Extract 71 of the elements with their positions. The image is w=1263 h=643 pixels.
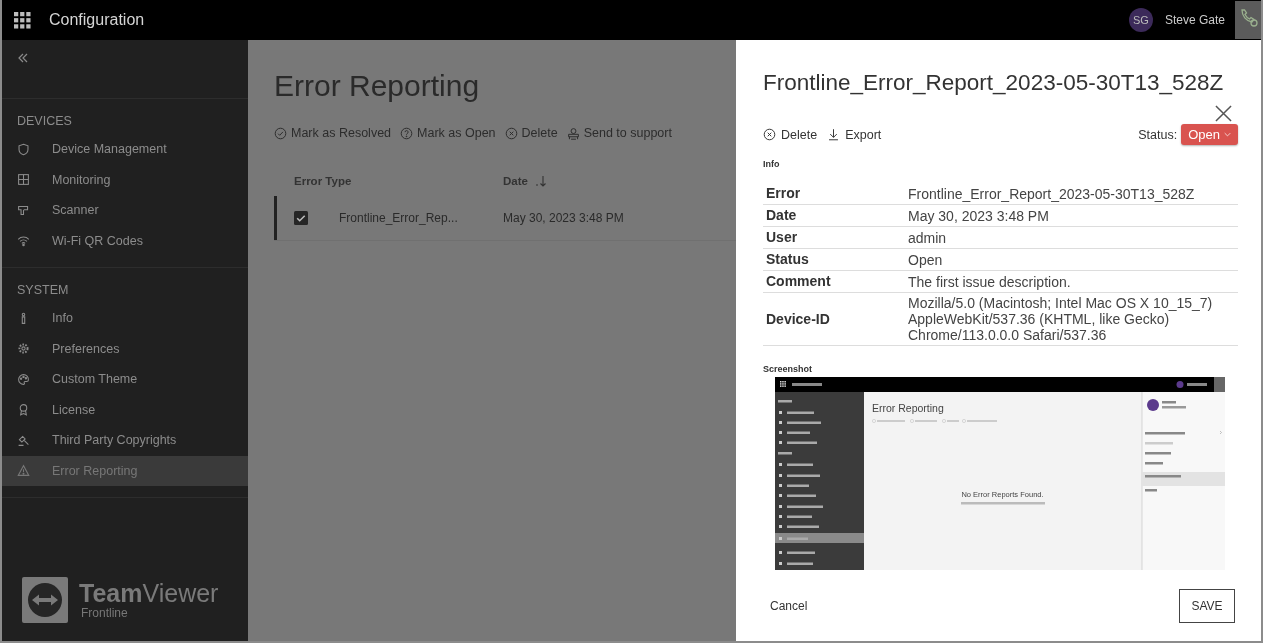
sidebar-item[interactable]: Custom Theme — [2, 364, 248, 395]
gear-icon — [17, 342, 30, 356]
gavel-icon — [17, 433, 30, 447]
sidebar-item[interactable]: Error Reporting — [2, 455, 248, 486]
brand-subtitle: Frontline — [81, 606, 129, 620]
info-label: Device-ID — [766, 310, 831, 328]
drawer-title: Frontline_Error_Report_2023-05-30T13_528Z — [763, 69, 1225, 97]
warning-icon — [17, 464, 30, 478]
section-heading: Screenshot — [763, 364, 814, 374]
close-circle-icon — [504, 126, 518, 140]
info-value: The first issue description. — [908, 273, 1071, 290]
toolbar-button[interactable]: Mark as Resolved — [274, 126, 392, 140]
sidebar-item[interactable]: License — [2, 394, 248, 425]
sidebar-item[interactable]: Third Party Copyrights — [2, 425, 248, 456]
status-dropdown[interactable]: Open — [1181, 124, 1238, 145]
scanner-icon — [17, 203, 30, 217]
info-value: Open — [908, 251, 943, 268]
sidebar-item[interactable]: Preferences — [2, 333, 248, 364]
save-button[interactable]: SAVE — [1179, 589, 1235, 623]
user-name[interactable]: Steve Gate — [1164, 13, 1225, 27]
info-value: May 30, 2023 3:48 PM — [908, 207, 1049, 224]
palette-icon — [17, 372, 30, 386]
sidebar-item[interactable]: Scanner — [2, 195, 248, 226]
info-label: Date — [766, 207, 798, 224]
info-label: User — [766, 229, 799, 246]
user-avatar[interactable]: SG — [1128, 8, 1153, 32]
support-desk-icon — [566, 126, 580, 140]
page-title: Error Reporting — [274, 68, 481, 104]
info-label: Error — [766, 185, 802, 202]
sidebar-item[interactable]: Device Management — [2, 134, 248, 165]
app-title: Configuration — [49, 11, 145, 29]
collapse-icon[interactable] — [17, 52, 29, 64]
toolbar-button[interactable]: Mark as Open — [400, 126, 496, 140]
app-grid-icon[interactable] — [14, 11, 31, 29]
close-icon[interactable] — [1215, 105, 1232, 122]
cancel-button[interactable]: Cancel — [763, 599, 808, 613]
question-circle-icon — [400, 126, 414, 140]
sidebar-item[interactable]: Wi-Fi QR Codes — [2, 225, 248, 256]
info-value: Frontline_Error_Report_2023-05-30T13_528Z — [908, 185, 1195, 202]
info-label: Status — [766, 251, 810, 268]
drawer-action-button[interactable]: Delete — [763, 127, 818, 142]
toolbar-button[interactable]: Delete — [504, 126, 558, 140]
caret-icon — [1224, 132, 1231, 137]
sort-icon[interactable] — [533, 175, 546, 187]
row-checkbox[interactable] — [294, 211, 308, 225]
section-heading: SYSTEM — [16, 282, 70, 299]
close-circle-icon — [763, 128, 776, 141]
section-heading: DEVICES — [16, 113, 73, 130]
column-header[interactable]: Error Type — [294, 175, 503, 187]
sidebar-item[interactable]: Info — [2, 303, 248, 334]
column-header[interactable]: Date — [503, 175, 546, 187]
toolbar-button[interactable]: Send to support — [566, 126, 672, 140]
info-value: admin — [908, 229, 947, 246]
ribbon-icon — [17, 403, 30, 417]
table-cell-text: Frontline_Error_Rep... — [339, 211, 459, 225]
table-cell: May 30, 2023 3:48 PM — [503, 211, 624, 225]
grid-icon — [17, 173, 30, 187]
phone-tool-icon[interactable] — [1235, 0, 1261, 40]
info-label: Comment — [766, 273, 832, 290]
brand-name: TeamViewer — [79, 580, 219, 606]
page-title: Error Reporting — [872, 402, 945, 414]
sidebar-item[interactable]: Monitoring — [2, 164, 248, 195]
drawer-action-button[interactable]: Export — [827, 127, 882, 142]
status-label: Status: — [1138, 127, 1178, 142]
shield-icon — [17, 142, 30, 156]
logo-icon — [22, 577, 68, 623]
info-value: Mozilla/5.0 (Macintosh; Intel Mac OS X 10_15_7) AppleWebKit/537.36 (KHTML, like Gecko) Chrome/113.0.0.0 Safari/537.36 — [908, 295, 1213, 343]
check-circle-icon — [274, 126, 287, 140]
section-heading: Info — [763, 159, 781, 169]
download-icon — [827, 128, 841, 141]
wifi-icon — [17, 234, 30, 248]
